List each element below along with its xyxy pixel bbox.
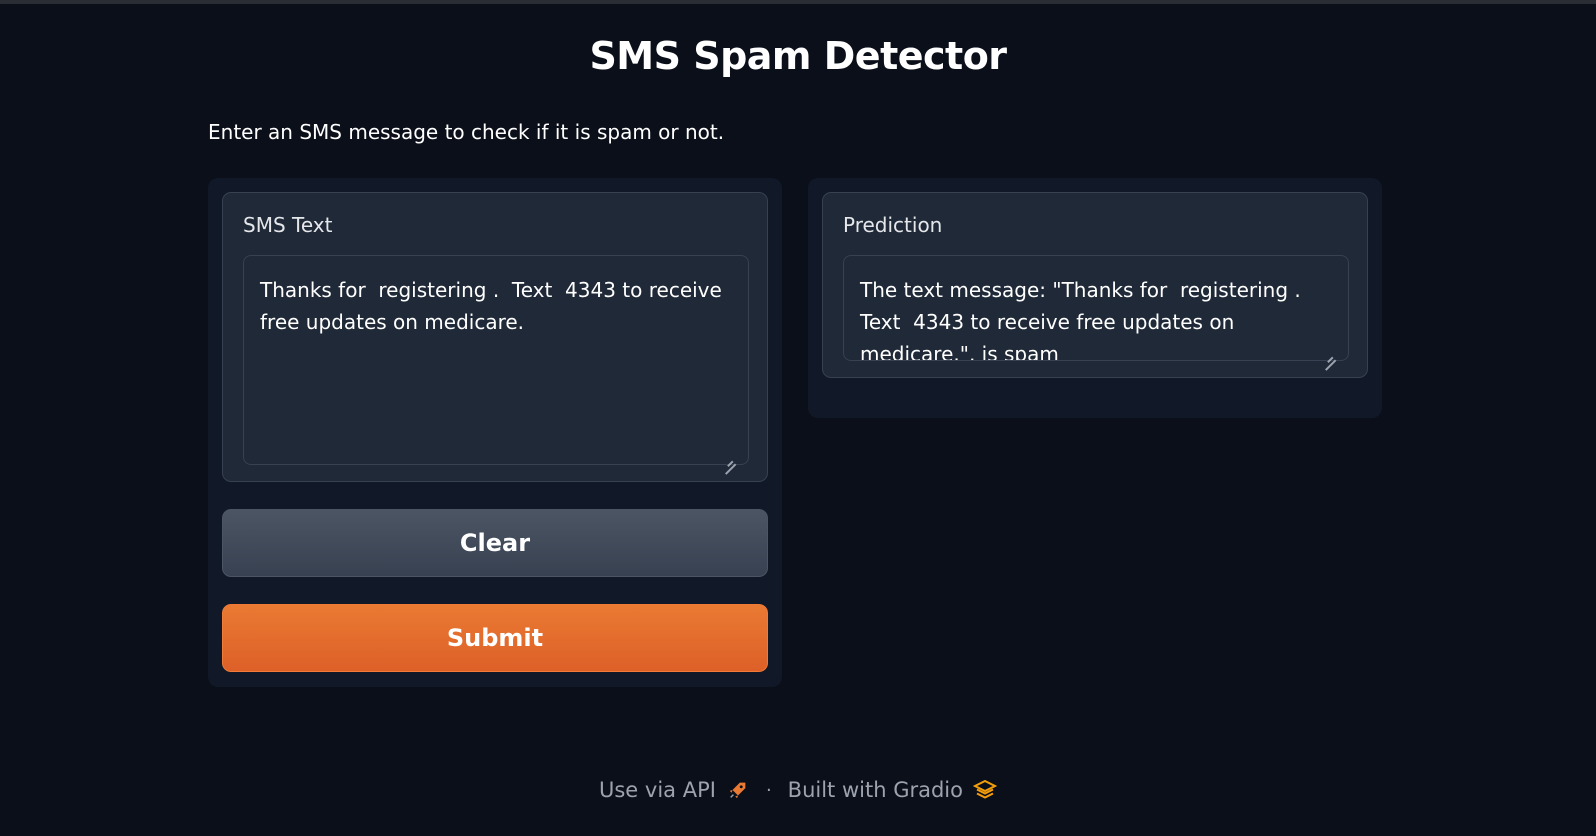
prediction-block: Prediction The text message: "Thanks for… [822,192,1368,378]
input-panel: SMS Text Thanks for registering . Text 4… [208,178,782,687]
use-via-api-link[interactable]: Use via API [599,778,750,802]
built-with-gradio-label: Built with Gradio [787,778,963,802]
sms-text-block: SMS Text Thanks for registering . Text 4… [222,192,768,482]
rocket-icon [726,778,750,802]
page-title: SMS Spam Detector [589,34,1007,78]
resize-handle-icon[interactable] [724,452,736,464]
sms-text-input[interactable]: Thanks for registering . Text 4343 to re… [243,255,749,465]
prediction-label: Prediction [843,213,943,237]
footer-separator: · [765,779,772,801]
output-panel: Prediction The text message: "Thanks for… [808,178,1382,418]
submit-button[interactable]: Submit [222,604,768,672]
gradio-logo-icon [972,778,997,802]
use-via-api-label: Use via API [599,778,716,802]
footer: Use via API · Built with Gradio [0,778,1596,802]
prediction-output[interactable]: The text message: "Thanks for registerin… [843,255,1349,361]
resize-handle-icon[interactable] [1324,348,1336,360]
clear-button[interactable]: Clear [222,509,768,577]
sms-text-label: SMS Text [243,213,333,237]
page-description: Enter an SMS message to check if it is s… [208,120,725,144]
built-with-gradio-link[interactable]: Built with Gradio [788,778,997,802]
window-top-border [0,0,1596,4]
